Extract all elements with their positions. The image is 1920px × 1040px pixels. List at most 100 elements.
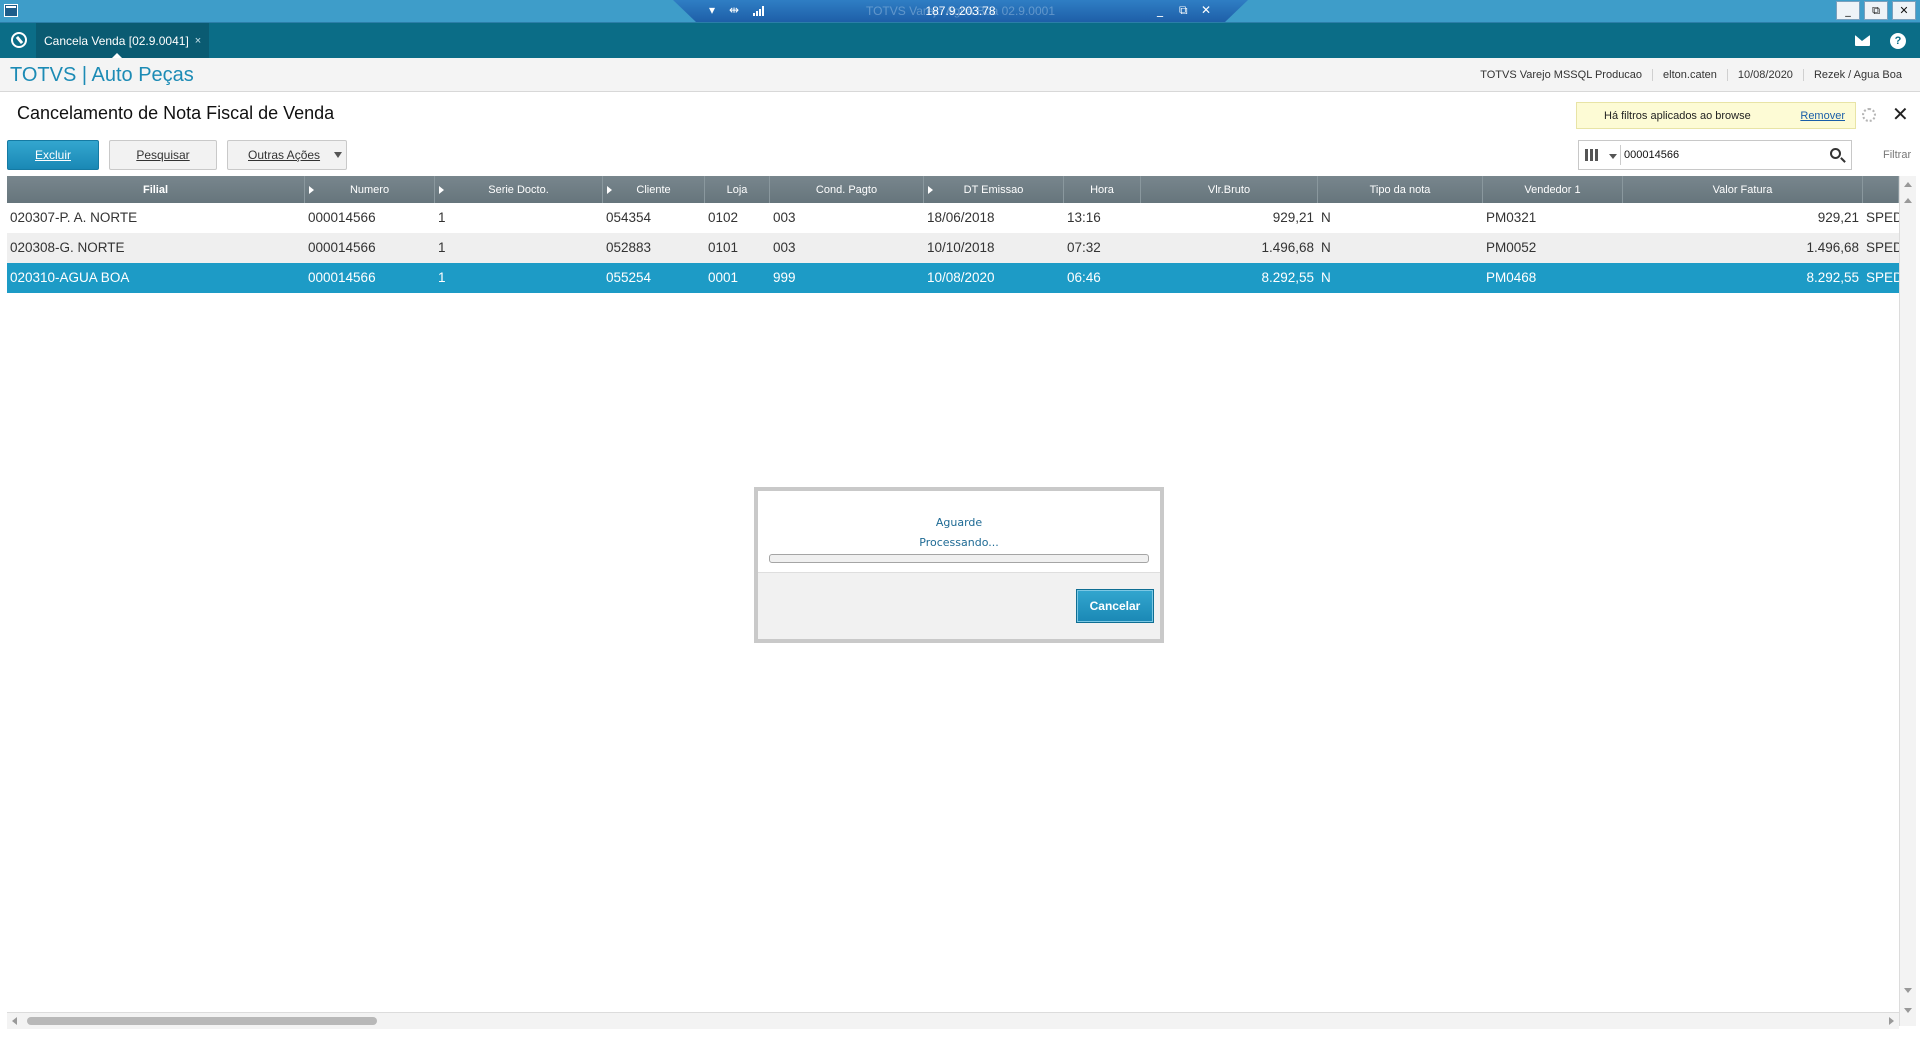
restore-icon[interactable]: ⧉ [1179,3,1188,18]
environment-label: TOTVS Varejo MSSQL Producao [1480,69,1643,81]
sort-arrow-icon[interactable] [309,186,314,194]
sort-arrow-icon[interactable] [607,186,612,194]
scroll-top-icon[interactable] [1904,182,1912,187]
window-app-icon[interactable] [4,4,18,17]
tab-label: Cancela Venda [02.9.0041] [44,33,189,48]
delete-button[interactable]: Excluir [7,140,99,170]
window-controls: _ ⧉ ✕ [1836,1,1916,20]
gear-icon[interactable] [1862,108,1876,122]
table-row[interactable]: 020307-P. A. NORTE 000014566 1 054354 0102 00… [7,203,1899,233]
remove-filter-link[interactable]: Remover [1800,110,1845,122]
remote-desktop-bar: ▾ ⇹ TOTVS Varejo Agua Boa 02.9.0001 187.… [0,0,1920,23]
columns-icon[interactable] [1585,149,1599,161]
cell-filial: 020310-AGUA BOA [10,270,130,285]
brand-title: TOTVS | Auto Peças [10,64,194,86]
cell-numero: 000014566 [308,270,376,285]
col-header-cliente[interactable]: Cliente [603,176,705,203]
col-header-vendedor[interactable]: Vendedor 1 [1483,176,1623,203]
table-row[interactable]: 020308-G. NORTE 000014566 1 052883 0101 003 10… [7,233,1899,263]
more-actions-label: Outras Ações [248,148,321,162]
close-icon[interactable]: ✕ [1201,3,1211,17]
totvs-home-icon[interactable] [11,32,27,48]
user-label: elton.caten [1652,69,1727,81]
scroll-left-icon[interactable] [12,1017,17,1025]
progress-bar [769,554,1149,563]
cell-vendedor: PM0321 [1486,210,1537,225]
window-close-button[interactable]: ✕ [1892,1,1916,20]
divider [1620,145,1621,165]
table-row[interactable]: 020310-AGUA BOA 000014566 1 055254 0001 999 10… [7,263,1899,293]
cell-tipo-nota: N [1321,270,1331,285]
horizontal-scrollbar[interactable] [7,1012,1899,1029]
col-header-label: Serie Docto. [488,183,549,196]
col-header-hora[interactable]: Hora [1064,176,1141,203]
scroll-bottom-icon[interactable] [1904,1008,1912,1013]
cell-numero: 000014566 [308,210,376,225]
dialog-footer: Cancelar [758,572,1160,639]
filter-link[interactable]: Filtrar [1883,149,1911,161]
col-header-label: Filial [142,183,169,196]
filter-notice-text: Há filtros aplicados ao browse [1604,110,1751,122]
search-input[interactable] [1624,145,1824,165]
app-tab-bar: Cancela Venda [02.9.0041] × ? [0,23,1920,59]
cell-loja: 0001 [708,270,739,285]
mail-icon[interactable] [1855,35,1870,46]
sort-arrow-icon[interactable] [928,186,933,194]
col-header-filial[interactable]: Filial [7,176,305,203]
vertical-scrollbar[interactable] [1899,176,1916,1026]
search-button[interactable]: Pesquisar [109,140,217,170]
filter-notice: Há filtros aplicados ao browse Remover [1576,102,1856,129]
cell-loja: 0101 [708,240,739,255]
col-header-loja[interactable]: Loja [705,176,770,203]
cancel-button[interactable]: Cancelar [1076,589,1154,623]
cell-dt-emissao: 10/08/2020 [927,270,995,285]
col-header-label: Numero [349,183,390,196]
col-header-valor-fatura[interactable]: Valor Fatura [1623,176,1863,203]
cell-extra: SPED [1866,240,1899,255]
cell-serie: 1 [438,270,446,285]
col-header-cond-pagto[interactable]: Cond. Pagto [770,176,924,203]
connection-bar: ▾ ⇹ TOTVS Varejo Agua Boa 02.9.0001 187.… [673,0,1248,22]
cell-cond-pagto: 003 [773,210,796,225]
scroll-right-icon[interactable] [1889,1017,1894,1025]
page-title: Cancelamento de Nota Fiscal de Venda [17,103,335,123]
date-label: 10/08/2020 [1726,69,1803,81]
window-minimize-button[interactable]: _ [1836,1,1860,20]
cell-dt-emissao: 10/10/2018 [927,240,995,255]
search-icon[interactable] [1830,148,1841,159]
col-header-label: Loja [726,183,748,196]
col-header-vlr-bruto[interactable]: Vlr.Bruto [1141,176,1318,203]
search-box [1578,140,1852,170]
col-header-label: Vendedor 1 [1524,183,1581,196]
chevron-down-icon [334,152,342,158]
col-header-dt-emissao[interactable]: DT Emissao [924,176,1064,203]
col-header-label: DT Emissao [963,183,1024,196]
scroll-down-icon[interactable] [1904,988,1912,993]
cell-vlr-bruto: 929,21 [1272,210,1314,225]
close-page-icon[interactable]: ✕ [1892,102,1909,126]
processing-dialog: Aguarde Processando... Cancelar [754,487,1164,643]
col-header-tipo-nota[interactable]: Tipo da nota [1318,176,1483,203]
chevron-down-icon[interactable] [1609,154,1617,159]
cell-hora: 06:46 [1067,270,1101,285]
sort-arrow-icon[interactable] [439,186,444,194]
horizontal-scroll-thumb[interactable] [27,1017,377,1025]
minimize-icon[interactable]: _ [1157,3,1163,17]
col-header-serie[interactable]: Serie Docto. [435,176,603,203]
col-header-numero[interactable]: Numero [305,176,435,203]
dialog-title: Aguarde [935,516,983,529]
cell-cliente: 055254 [606,270,652,285]
more-actions-button[interactable]: Outras Ações [227,140,347,170]
help-icon[interactable]: ? [1890,33,1906,49]
grid-body: 020307-P. A. NORTE 000014566 1 054354 0102 00… [7,203,1899,293]
cell-serie: 1 [438,210,446,225]
cell-tipo-nota: N [1321,210,1331,225]
scroll-up-icon[interactable] [1904,198,1912,203]
tab-close-icon[interactable]: × [195,35,201,47]
cell-extra: SPED [1866,270,1899,285]
col-header-label: Cliente [636,183,671,196]
cell-hora: 13:16 [1067,210,1101,225]
tab-cancela-venda[interactable]: Cancela Venda [02.9.0041] × [36,23,210,59]
window-restore-button[interactable]: ⧉ [1864,1,1888,20]
col-header-extra[interactable] [1863,176,1899,203]
